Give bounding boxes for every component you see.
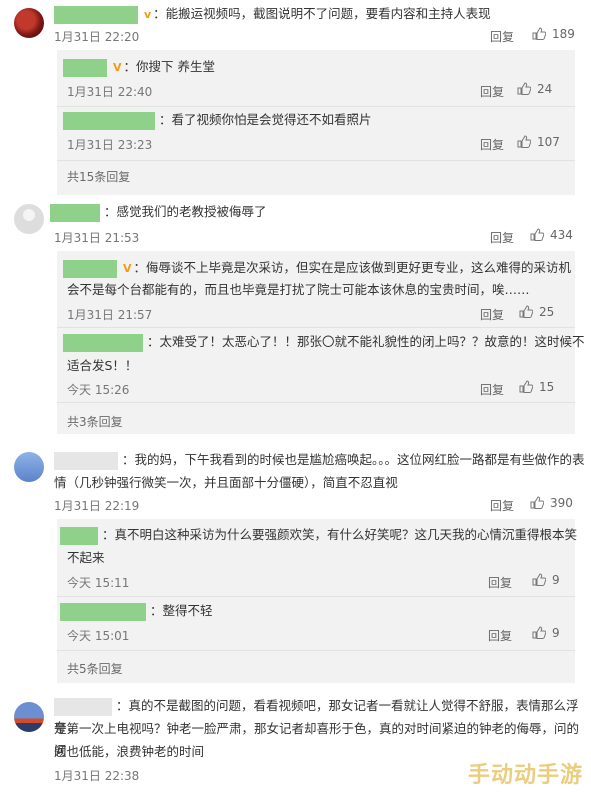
timestamp: 1月31日 22:40	[67, 85, 153, 99]
thumbs-up-icon	[530, 228, 544, 241]
like-count: 9	[552, 626, 560, 640]
like-button[interactable]: 9	[520, 573, 560, 587]
reply-text: V ：你搜下 养生堂	[63, 56, 215, 79]
timestamp: 今天 15:26	[67, 383, 130, 397]
like-count: 24	[537, 82, 553, 96]
like-button[interactable]: 15	[507, 380, 554, 394]
reply-button[interactable]: 回复	[488, 574, 512, 591]
thumbs-up-icon	[532, 27, 546, 40]
thumbs-up-icon	[517, 135, 531, 148]
comment-text: v ：能搬运视频吗，截图说明不了问题，要看内容和主持人表现	[54, 3, 491, 26]
reply-button[interactable]: 回复	[480, 136, 504, 153]
thumbs-up-icon	[530, 496, 544, 509]
like-button[interactable]: 390	[518, 496, 573, 510]
reply-button[interactable]: 回复	[490, 229, 514, 246]
reply-text: ：整得不轻	[60, 600, 213, 622]
timestamp: 1月31日 21:57	[67, 308, 153, 322]
reply-text: ：看了视频你怕是会觉得还不如看照片	[63, 109, 372, 131]
avatar[interactable]	[14, 452, 44, 482]
divider	[57, 650, 575, 651]
divider	[57, 596, 575, 597]
comment-text-cont: 题也低能，浪费钟老的时间	[54, 744, 205, 759]
avatar[interactable]	[14, 8, 44, 38]
watermark-logo: 手动动手游	[467, 763, 583, 788]
redacted-username[interactable]	[54, 5, 138, 24]
like-count: 189	[552, 27, 575, 41]
verified-icon: v	[144, 8, 152, 21]
like-count: 107	[537, 135, 560, 149]
comment-text: ：我的妈，下午我看到的时候也是尴尬癌唤起。。。这位网红脸一路都是有些做作的表	[54, 449, 585, 471]
reply-text: V ：侮辱谈不上毕竟是次采访，但实在是应该做到更好更专业，这么难得的采访机	[63, 257, 571, 280]
redacted-username[interactable]	[63, 333, 143, 352]
comment-text: ：感觉我们的老教授被侮辱了	[50, 201, 267, 223]
like-button[interactable]: 434	[518, 228, 573, 242]
thumbs-up-icon	[532, 626, 546, 639]
like-count: 434	[550, 228, 573, 242]
redacted-username[interactable]	[54, 451, 118, 470]
redacted-username[interactable]	[60, 602, 146, 621]
more-replies-link[interactable]: 共5条回复	[67, 660, 123, 677]
like-button[interactable]: 107	[505, 135, 560, 149]
more-replies-link[interactable]: 共15条回复	[67, 168, 130, 185]
reply-button[interactable]: 回复	[480, 381, 504, 398]
reply-button[interactable]: 回复	[490, 497, 514, 514]
reply-text: ：真不明白这种采访为什么要强颜欢笑，有什么好笑呢？这几天我的心情沉重得根本笑	[60, 524, 577, 546]
thumbs-up-icon	[517, 82, 531, 95]
verified-icon: V	[113, 61, 122, 74]
redacted-username[interactable]	[63, 111, 155, 130]
reply-button[interactable]: 回复	[488, 627, 512, 644]
like-count: 9	[552, 573, 560, 587]
timestamp: 1月31日 22:20	[54, 30, 140, 44]
redacted-username[interactable]	[63, 259, 117, 278]
avatar[interactable]	[14, 702, 44, 732]
divider	[57, 327, 575, 328]
reply-text-cont: 适合发S！！	[67, 358, 138, 373]
redacted-username[interactable]	[63, 58, 107, 77]
verified-icon: V	[123, 262, 132, 275]
like-count: 390	[550, 496, 573, 510]
more-replies-link[interactable]: 共3条回复	[67, 413, 123, 430]
redacted-username[interactable]	[60, 526, 98, 545]
like-button[interactable]: 24	[505, 82, 552, 96]
reply-text: ：太难受了！太恶心了！！那张〇就不能礼貌性的闭上吗？？故意的！这时候不	[63, 331, 585, 353]
timestamp: 1月31日 21:53	[54, 231, 140, 245]
comment-text-cont: 情（几秒钟强行微笑一次，并且面部十分僵硬），简直不忍直视	[54, 475, 398, 490]
divider	[57, 106, 575, 107]
divider	[57, 402, 575, 403]
reply-text-cont: 不起来	[67, 550, 105, 565]
like-count: 15	[539, 380, 555, 394]
redacted-username[interactable]	[50, 203, 100, 222]
timestamp: 1月31日 23:23	[67, 138, 153, 152]
reply-button[interactable]: 回复	[490, 28, 514, 45]
like-button[interactable]: 9	[520, 626, 560, 640]
reply-button[interactable]: 回复	[480, 306, 504, 323]
like-button[interactable]: 25	[507, 305, 554, 319]
reply-button[interactable]: 回复	[480, 83, 504, 100]
timestamp: 1月31日 22:19	[54, 499, 140, 513]
timestamp: 今天 15:01	[67, 629, 130, 643]
thumbs-up-icon	[532, 573, 546, 586]
thumbs-up-icon	[519, 380, 533, 393]
avatar[interactable]	[14, 204, 44, 234]
redacted-username[interactable]	[54, 697, 112, 716]
like-count: 25	[539, 305, 555, 319]
timestamp: 1月31日 22:38	[54, 769, 140, 783]
timestamp: 今天 15:11	[67, 576, 130, 590]
like-button[interactable]: 189	[520, 27, 575, 41]
divider	[57, 160, 575, 161]
reply-text-cont: 会不是每个台都能有的，而且也毕竟是打扰了院士可能本该休息的宝贵时间，唉……	[67, 282, 530, 297]
thumbs-up-icon	[519, 305, 533, 318]
